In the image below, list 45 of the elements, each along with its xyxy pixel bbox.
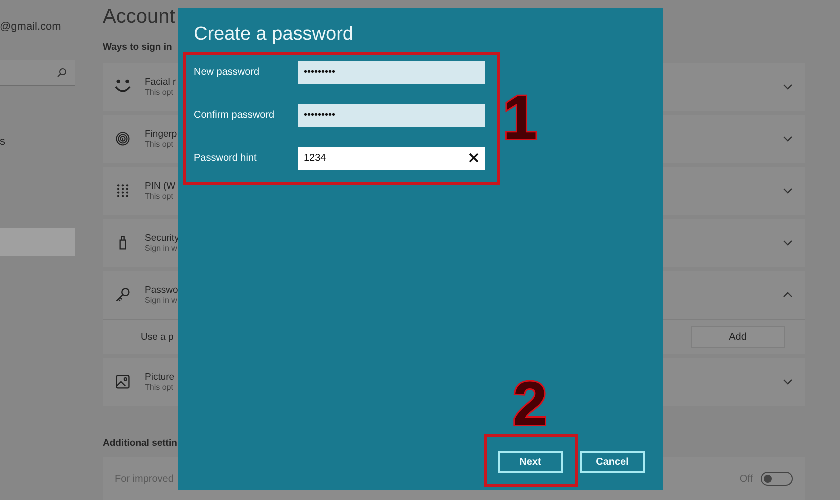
step-number: 1 bbox=[503, 88, 538, 150]
smiley-icon bbox=[115, 79, 131, 95]
dialog-button[interactable]: Cancel bbox=[580, 451, 645, 473]
chevron-icon[interactable] bbox=[783, 136, 793, 142]
option-title: Passwo bbox=[145, 285, 180, 296]
field-label: Confirm password bbox=[194, 110, 276, 121]
search-field[interactable] bbox=[0, 60, 75, 86]
input-field[interactable]: 1234 bbox=[298, 147, 485, 170]
account-email: @gmail.com bbox=[0, 21, 62, 35]
option-title: PIN (W bbox=[145, 181, 177, 192]
search-icon bbox=[57, 68, 67, 78]
fingerprint-icon bbox=[115, 131, 131, 147]
option-description: Sign in w bbox=[145, 296, 178, 305]
dialog-button[interactable]: Next bbox=[498, 451, 563, 473]
step-number: 2 bbox=[513, 374, 548, 436]
toggle-switch[interactable] bbox=[761, 472, 793, 486]
add-button[interactable]: Add bbox=[691, 326, 785, 348]
nav-item[interactable]: s bbox=[0, 128, 75, 156]
option-title: Facial r bbox=[145, 77, 178, 88]
option-description: This opt bbox=[145, 88, 174, 97]
option-description: This opt bbox=[145, 383, 174, 392]
detail-text: Use a p bbox=[141, 332, 174, 342]
option-description: This opt bbox=[145, 140, 174, 149]
option-title: Security bbox=[145, 233, 180, 244]
picture-icon bbox=[115, 374, 131, 390]
option-title: Fingerp bbox=[145, 129, 178, 140]
page-title: Account bbox=[103, 5, 176, 30]
key-icon bbox=[115, 287, 131, 303]
dialog-title: Create a password bbox=[194, 24, 354, 47]
input-field[interactable]: ••••••••• bbox=[298, 61, 485, 84]
clear-icon[interactable] bbox=[469, 153, 479, 163]
chevron-icon[interactable] bbox=[783, 240, 793, 246]
chevron-icon[interactable] bbox=[783, 292, 793, 298]
chevron-icon[interactable] bbox=[783, 84, 793, 90]
option-description: This opt bbox=[145, 192, 174, 201]
option-description: Sign in w bbox=[145, 244, 178, 253]
input-field[interactable]: ••••••••• bbox=[298, 104, 485, 127]
field-label: New password bbox=[194, 67, 261, 78]
keypad-icon bbox=[115, 183, 131, 199]
field-label: Password hint bbox=[194, 153, 258, 164]
option-title: Picture bbox=[145, 372, 176, 383]
section-heading: Ways to sign in bbox=[103, 42, 174, 53]
chevron-icon[interactable] bbox=[783, 379, 793, 385]
chevron-icon[interactable] bbox=[783, 188, 793, 194]
section-heading: Additional settin bbox=[103, 438, 178, 449]
